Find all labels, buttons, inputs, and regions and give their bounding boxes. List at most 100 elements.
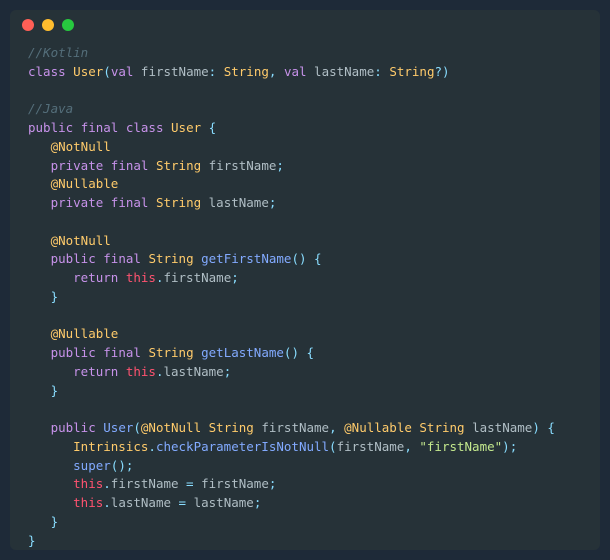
punct: ? xyxy=(434,64,442,79)
kw: class xyxy=(28,64,66,79)
kw: private xyxy=(51,195,104,210)
punct: : xyxy=(374,64,389,79)
ident: firstName xyxy=(201,476,269,491)
fn: User xyxy=(103,420,133,435)
kw: val xyxy=(284,64,307,79)
type: String xyxy=(148,251,193,266)
fn: getFirstName xyxy=(201,251,291,266)
annotation: @Nullable xyxy=(51,326,119,341)
punct: ; xyxy=(269,476,277,491)
kw-this: this xyxy=(126,364,156,379)
ident: lastName xyxy=(314,64,374,79)
punct: () xyxy=(291,251,306,266)
punct: ) xyxy=(532,420,540,435)
type: User xyxy=(73,64,103,79)
fn: super xyxy=(73,458,111,473)
kw: final xyxy=(103,345,141,360)
kw: final xyxy=(111,158,149,173)
punct: . xyxy=(103,495,111,510)
ident: firstName xyxy=(141,64,209,79)
annotation: @NotNull xyxy=(141,420,201,435)
punct: ; xyxy=(231,270,239,285)
kw: final xyxy=(81,120,119,135)
punct: ; xyxy=(276,158,284,173)
punct: ) xyxy=(442,64,450,79)
punct: { xyxy=(307,251,322,266)
fn: checkParameterIsNotNull xyxy=(156,439,329,454)
punct: } xyxy=(51,383,59,398)
punct: ; xyxy=(254,495,262,510)
type: String xyxy=(156,195,201,210)
ident: lastName xyxy=(194,495,254,510)
ident: firstName xyxy=(261,420,329,435)
kw: public xyxy=(51,345,96,360)
type: Intrinsics xyxy=(73,439,148,454)
kw: final xyxy=(111,195,149,210)
punct: , xyxy=(329,420,344,435)
ident: lastName xyxy=(111,495,171,510)
punct: } xyxy=(51,514,59,529)
kw: return xyxy=(73,364,118,379)
punct: { xyxy=(201,120,216,135)
punct: } xyxy=(51,289,59,304)
punct: ; xyxy=(510,439,518,454)
annotation: @Nullable xyxy=(51,176,119,191)
minimize-icon[interactable] xyxy=(42,19,54,31)
kw: final xyxy=(103,251,141,266)
punct: ; xyxy=(126,458,134,473)
type: String xyxy=(156,158,201,173)
zoom-icon[interactable] xyxy=(62,19,74,31)
punct: ; xyxy=(224,364,232,379)
string: "firstName" xyxy=(419,439,502,454)
punct: ( xyxy=(103,64,111,79)
kw: public xyxy=(28,120,73,135)
punct: : xyxy=(209,64,224,79)
kw: return xyxy=(73,270,118,285)
annotation: @Nullable xyxy=(344,420,412,435)
comment: //Kotlin xyxy=(28,45,88,60)
punct: () xyxy=(111,458,126,473)
type: String xyxy=(419,420,464,435)
kw-this: this xyxy=(126,270,156,285)
punct: { xyxy=(299,345,314,360)
annotation: @NotNull xyxy=(51,139,111,154)
punct: , xyxy=(404,439,419,454)
annotation: @NotNull xyxy=(51,233,111,248)
type: String xyxy=(389,64,434,79)
type: String xyxy=(224,64,269,79)
type: String xyxy=(148,345,193,360)
ident: lastName xyxy=(472,420,532,435)
kw-this: this xyxy=(73,495,103,510)
punct: . xyxy=(148,439,156,454)
kw: val xyxy=(111,64,134,79)
punct: = xyxy=(171,495,194,510)
comment: //Java xyxy=(28,101,73,116)
ident: firstName xyxy=(337,439,405,454)
code-window: //Kotlin class User(val firstName: Strin… xyxy=(10,10,600,550)
kw: public xyxy=(51,251,96,266)
ident: firstName xyxy=(209,158,277,173)
close-icon[interactable] xyxy=(22,19,34,31)
ident: firstName xyxy=(163,270,231,285)
punct: ( xyxy=(329,439,337,454)
code-area: //Kotlin class User(val firstName: Strin… xyxy=(10,40,600,550)
punct: , xyxy=(269,64,284,79)
punct: () xyxy=(284,345,299,360)
kw: private xyxy=(51,158,104,173)
type: User xyxy=(171,120,201,135)
kw-this: this xyxy=(73,476,103,491)
punct: { xyxy=(540,420,555,435)
punct: } xyxy=(28,533,36,548)
punct: ( xyxy=(133,420,141,435)
ident: firstName xyxy=(111,476,179,491)
ident: lastName xyxy=(163,364,223,379)
titlebar xyxy=(10,10,600,40)
punct: ) xyxy=(502,439,510,454)
ident: lastName xyxy=(209,195,269,210)
kw: class xyxy=(126,120,164,135)
punct: = xyxy=(179,476,202,491)
kw: public xyxy=(51,420,96,435)
type: String xyxy=(209,420,254,435)
fn: getLastName xyxy=(201,345,284,360)
punct: ; xyxy=(269,195,277,210)
